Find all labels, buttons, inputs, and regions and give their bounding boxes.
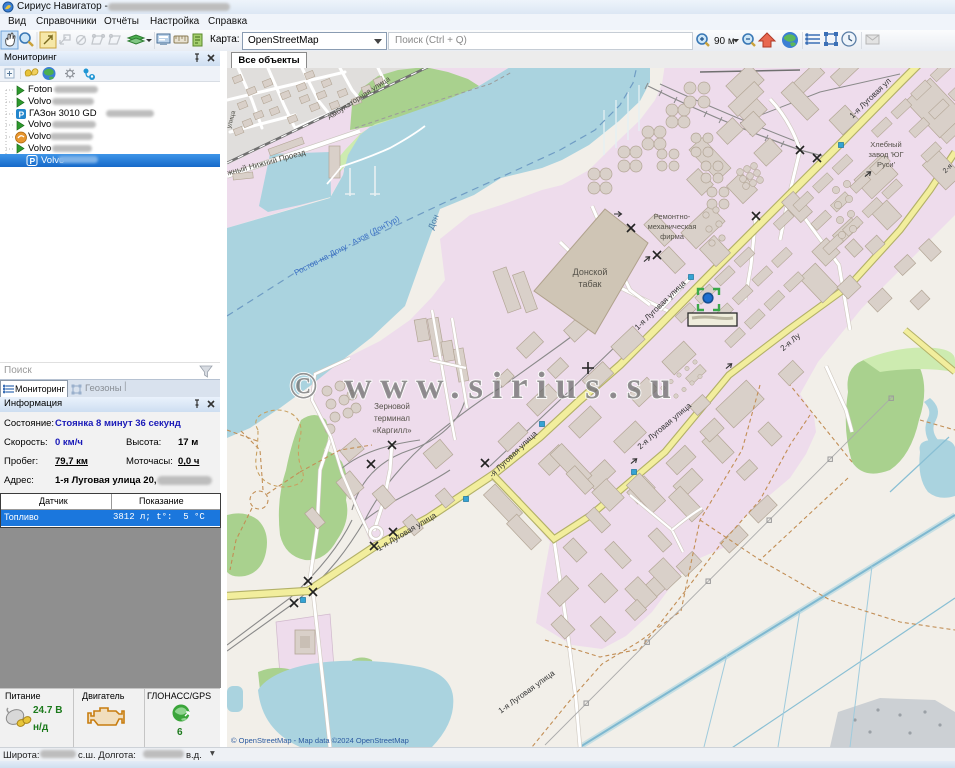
svg-text:90 м: 90 м bbox=[714, 36, 735, 47]
svg-text:© OpenStreetMap - Map data ©20: © OpenStreetMap - Map data ©2024 OpenStr… bbox=[231, 736, 409, 745]
svg-text:© www.sirius.su: © www.sirius.su bbox=[289, 365, 680, 407]
svg-text:Руси': Руси' bbox=[877, 160, 896, 169]
svg-text:«Каргилл»: «Каргилл» bbox=[372, 426, 412, 435]
svg-text:Хлебный: Хлебный bbox=[870, 140, 901, 149]
svg-text:завод 'ЮГ: завод 'ЮГ bbox=[868, 150, 903, 159]
svg-text:P: P bbox=[19, 110, 25, 120]
svg-text:механическая: механическая bbox=[648, 222, 697, 231]
svg-text:P: P bbox=[30, 156, 36, 166]
svg-text:фирма: фирма bbox=[660, 232, 685, 241]
svg-text:терминал: терминал bbox=[374, 414, 410, 423]
svg-text:табак: табак bbox=[579, 279, 602, 289]
svg-text:Ремонтно-: Ремонтно- bbox=[654, 212, 691, 221]
svg-text:Донской: Донской bbox=[573, 267, 608, 277]
